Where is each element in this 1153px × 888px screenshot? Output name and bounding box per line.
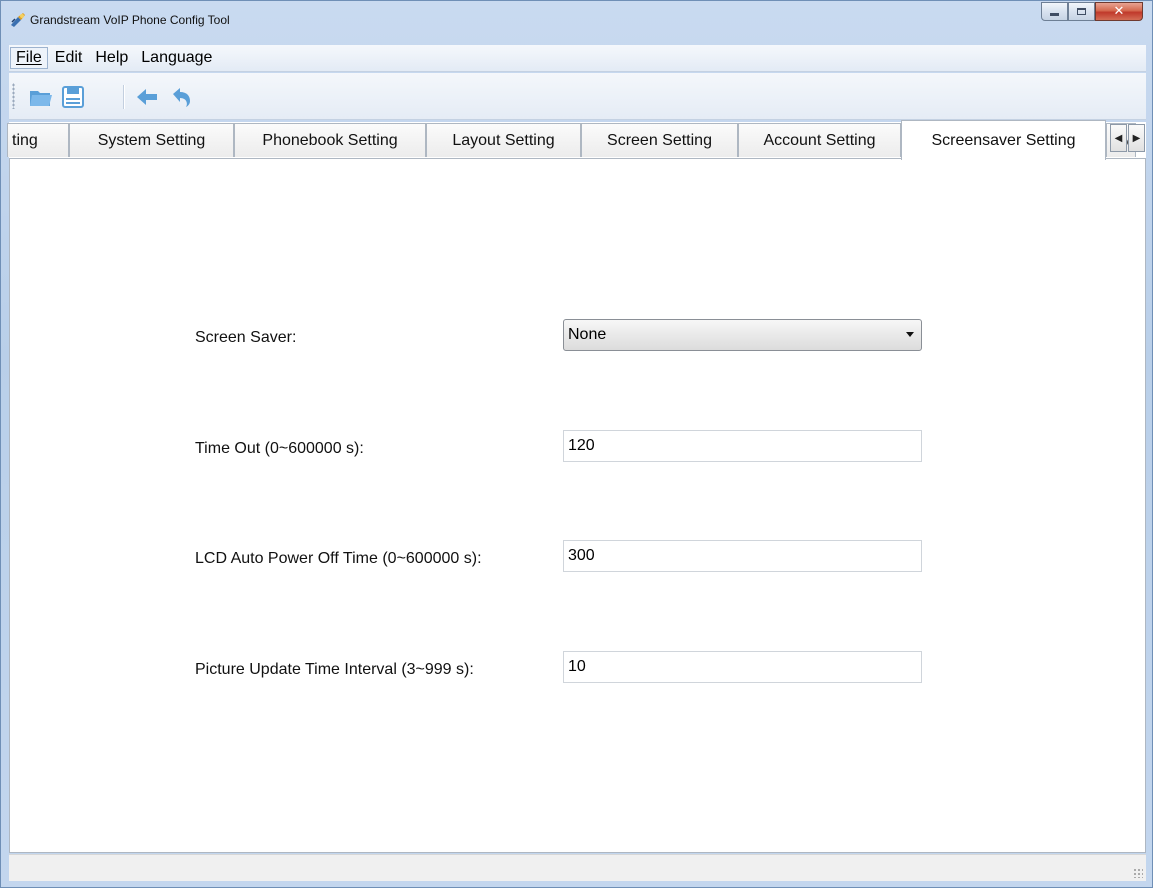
tab-partial-setting[interactable]: ting	[7, 123, 69, 157]
menu-file-label: File	[16, 49, 42, 66]
tab-label: Phonebook Setting	[262, 131, 398, 149]
tab-phonebook-setting[interactable]: Phonebook Setting	[234, 123, 426, 157]
back-arrow-icon[interactable]	[135, 86, 159, 108]
tab-layout-setting[interactable]: Layout Setting	[426, 123, 581, 157]
toolbar	[9, 73, 1146, 120]
title-bar[interactable]: Grandstream VoIP Phone Config Tool ✕	[1, 1, 1153, 45]
caption-buttons: ✕	[1041, 2, 1143, 22]
window-title: Grandstream VoIP Phone Config Tool	[30, 13, 230, 27]
chevron-down-icon	[906, 332, 914, 337]
undo-icon[interactable]	[169, 86, 193, 108]
menu-help[interactable]: Help	[89, 47, 134, 69]
menu-help-label: Help	[95, 49, 129, 66]
timeout-label: Time Out (0~600000 s):	[195, 440, 364, 457]
resize-grip-icon[interactable]	[1133, 868, 1143, 878]
tab-scroll-left-button[interactable]: ◀	[1110, 124, 1127, 152]
tab-label: Screen Setting	[607, 131, 712, 149]
tab-screen-setting[interactable]: Screen Setting	[581, 123, 738, 157]
save-icon[interactable]	[61, 86, 85, 108]
tab-label: Screensaver Setting	[931, 131, 1076, 149]
tab-scroll-right-button[interactable]: ▶	[1128, 124, 1145, 152]
settings-panel: Screen Saver: None Time Out (0~600000 s)…	[9, 159, 1146, 853]
lcd-power-off-value: 300	[568, 547, 595, 564]
picture-interval-value: 10	[568, 658, 586, 675]
lcd-power-off-input[interactable]: 300	[563, 540, 922, 572]
timeout-input[interactable]: 120	[563, 430, 922, 462]
screen-saver-value: None	[568, 326, 607, 343]
screen-saver-label: Screen Saver:	[195, 329, 297, 346]
app-icon	[11, 13, 25, 27]
lcd-power-off-label: LCD Auto Power Off Time (0~600000 s):	[195, 550, 482, 567]
tab-label: ting	[12, 131, 38, 149]
picture-interval-input[interactable]: 10	[563, 651, 922, 683]
menu-bar: File Edit Help Language	[9, 45, 1146, 72]
timeout-value: 120	[568, 437, 595, 454]
menu-edit-label: Edit	[54, 49, 83, 66]
tab-bar: ting System Setting Phonebook Setting La…	[7, 120, 1146, 160]
menu-language[interactable]: Language	[135, 47, 218, 69]
close-icon: ✕	[1113, 4, 1125, 19]
menu-edit[interactable]: Edit	[49, 47, 89, 69]
close-button[interactable]: ✕	[1095, 2, 1143, 21]
status-bar	[9, 854, 1146, 881]
tab-label: System Setting	[97, 131, 206, 149]
minimize-button[interactable]	[1041, 2, 1068, 21]
tab-system-setting[interactable]: System Setting	[69, 123, 234, 157]
app-window: Grandstream VoIP Phone Config Tool ✕ Fil…	[0, 0, 1153, 888]
scroll-left-icon: ◀	[1114, 132, 1123, 144]
maximize-icon	[1077, 8, 1086, 15]
picture-interval-label: Picture Update Time Interval (3~999 s):	[195, 661, 474, 678]
open-folder-icon[interactable]	[29, 86, 53, 108]
scroll-right-icon: ▶	[1132, 132, 1141, 144]
toolbar-separator	[123, 85, 125, 109]
tab-label: Layout Setting	[452, 131, 555, 149]
toolbar-grip[interactable]	[12, 83, 15, 109]
tab-screensaver-setting[interactable]: Screensaver Setting	[901, 120, 1106, 160]
menu-file[interactable]: File	[10, 47, 48, 69]
tab-label: Account Setting	[763, 131, 876, 149]
minimize-icon	[1050, 13, 1059, 16]
screen-saver-select[interactable]: None	[563, 319, 922, 351]
tab-account-setting[interactable]: Account Setting	[738, 123, 901, 157]
maximize-button[interactable]	[1068, 2, 1095, 21]
menu-language-label: Language	[141, 49, 213, 66]
